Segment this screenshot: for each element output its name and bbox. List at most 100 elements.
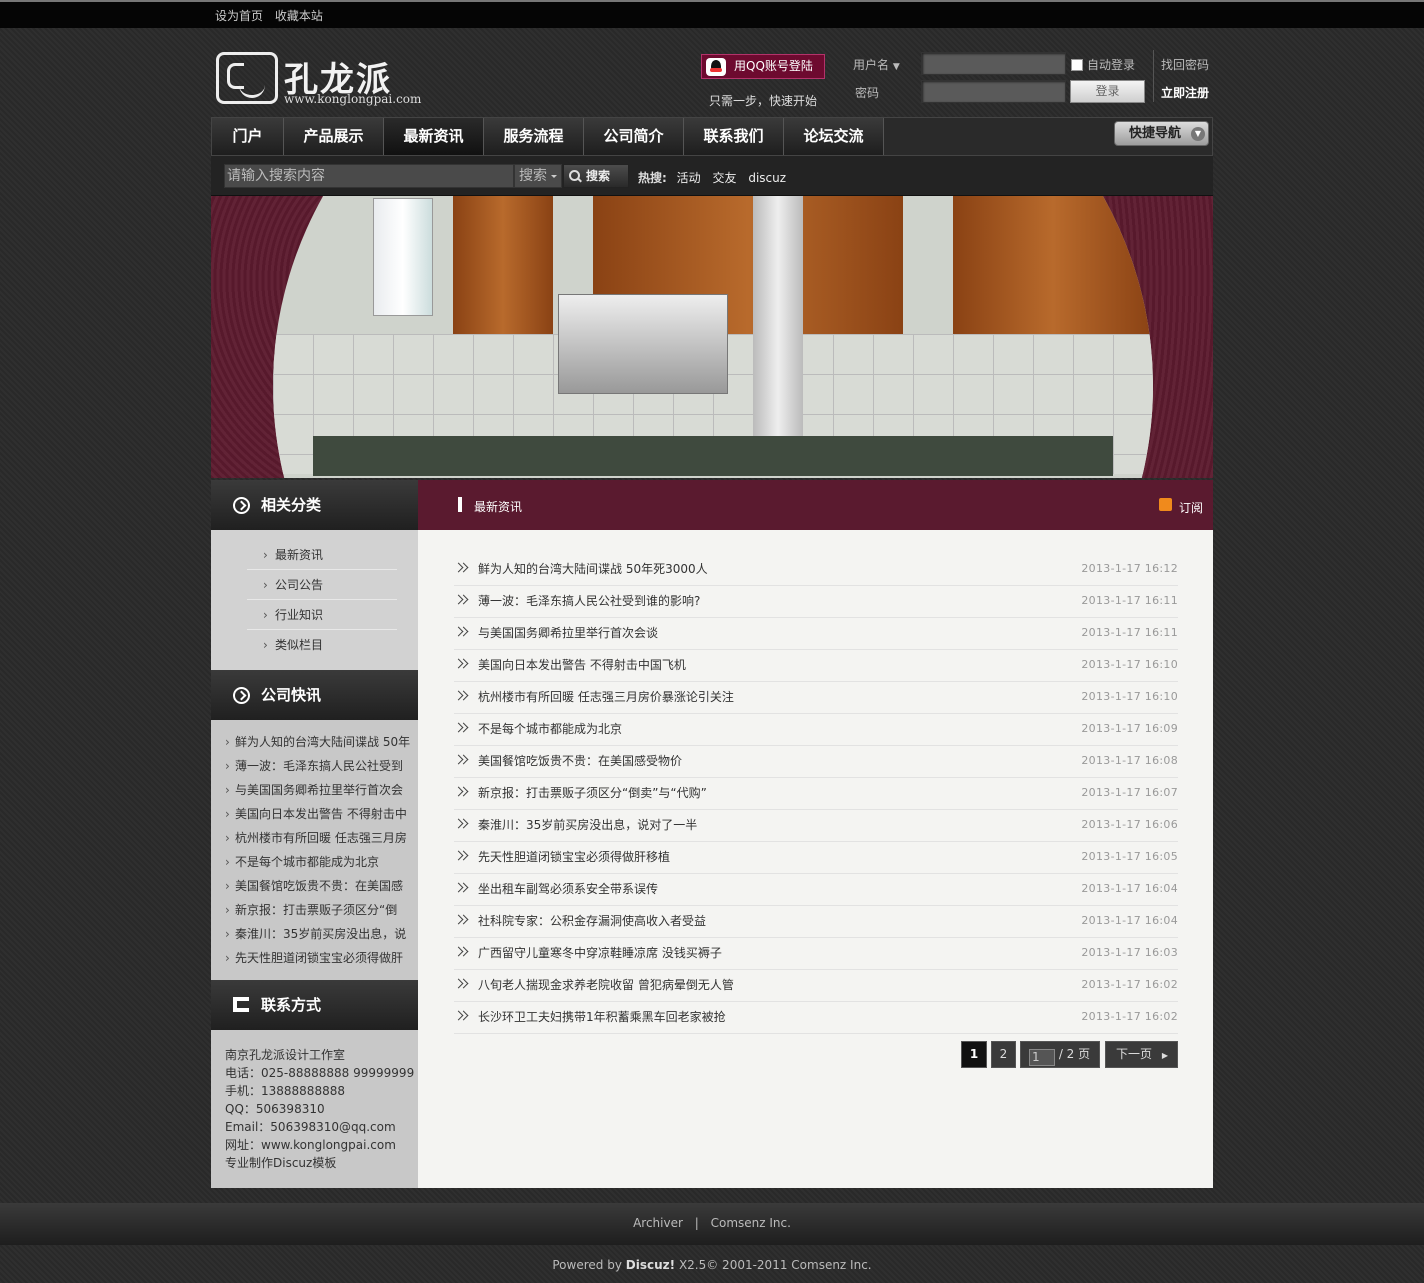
password-input[interactable] <box>921 80 1066 103</box>
category-item[interactable]: 最新资讯 <box>247 540 397 570</box>
find-password-link[interactable]: 找回密码 <box>1161 56 1209 73</box>
list-item[interactable]: 秦淮川：35岁前买房没出息，说 <box>225 922 411 946</box>
category-item[interactable]: 公司公告 <box>247 570 397 600</box>
circle-arrow-icon <box>233 687 250 704</box>
footer-bar: Archiver | Comsenz Inc. <box>0 1203 1424 1245</box>
article-title[interactable]: 坐出租车副驾必须系安全带系误传 <box>478 880 658 897</box>
nav-item-about[interactable]: 公司简介 <box>584 118 684 155</box>
auto-login-checkbox[interactable]: 自动登录 <box>1071 56 1135 73</box>
table-row[interactable]: 新京报：打击票贩子须区分“倒卖”与“代购” 2013-1-17 16:07 <box>454 778 1178 810</box>
nav-item-news[interactable]: 最新资讯 <box>384 118 484 155</box>
nav-item-forum[interactable]: 论坛交流 <box>784 118 884 155</box>
category-item[interactable]: 类似栏目 <box>247 630 397 660</box>
article-title[interactable]: 不是每个城市都能成为北京 <box>478 720 622 737</box>
list-item[interactable]: 杭州楼市有所回暖 任志强三月房 <box>225 826 411 850</box>
rss-icon[interactable] <box>1159 498 1172 511</box>
article-title[interactable]: 社科院专家：公积金存漏洞使高收入者受益 <box>478 912 706 929</box>
list-item[interactable]: 与美国国务卿希拉里举行首次会 <box>225 778 411 802</box>
table-row[interactable]: 广西留守儿童寒冬中穿凉鞋睡凉席 没钱买褥子 2013-1-17 16:03 <box>454 938 1178 970</box>
list-item[interactable]: 薄一波：毛泽东搞人民公社受到 <box>225 754 411 778</box>
set-home-link[interactable]: 设为首页 <box>215 9 263 23</box>
contact-header: 联系方式 <box>211 980 418 1030</box>
page-total: / 2 页 <box>1058 1047 1091 1061</box>
category-header: 相关分类 <box>211 480 418 530</box>
footer-separator: | <box>694 1216 699 1230</box>
next-page-button[interactable]: 下一页 ▶ <box>1105 1041 1178 1068</box>
double-chevron-icon <box>454 690 468 702</box>
username-label[interactable]: 用户名 ▼ <box>853 56 900 73</box>
article-title[interactable]: 薄一波：毛泽东搞人民公社受到谁的影响? <box>478 592 700 609</box>
article-title[interactable]: 与美国国务卿希拉里举行首次会谈 <box>478 624 658 641</box>
table-row[interactable]: 不是每个城市都能成为北京 2013-1-17 16:09 <box>454 714 1178 746</box>
username-input[interactable] <box>921 52 1066 75</box>
search-scope-select[interactable]: 搜索 <box>514 164 562 188</box>
table-row[interactable]: 美国餐馆吃饭贵不贵：在美国感受物价 2013-1-17 16:08 <box>454 746 1178 778</box>
article-date: 2013-1-17 16:06 <box>1081 818 1178 831</box>
article-title[interactable]: 广西留守儿童寒冬中穿凉鞋睡凉席 没钱买褥子 <box>478 944 722 961</box>
table-row[interactable]: 薄一波：毛泽东搞人民公社受到谁的影响? 2013-1-17 16:11 <box>454 586 1178 618</box>
contact-info: 南京孔龙派设计工作室 电话：025-88888888 99999999 手机：1… <box>225 1046 414 1172</box>
checkbox-icon[interactable] <box>1071 59 1083 71</box>
qq-login-button[interactable]: 用QQ账号登陆 <box>701 54 825 79</box>
banner-scene <box>273 196 1153 478</box>
contact-note: 专业制作Discuz模板 <box>225 1156 337 1170</box>
kitchen-banner-image <box>211 196 1213 478</box>
article-title[interactable]: 美国餐馆吃饭贵不贵：在美国感受物价 <box>478 752 682 769</box>
table-row[interactable]: 秦淮川：35岁前买房没出息，说对了一半 2013-1-17 16:06 <box>454 810 1178 842</box>
favorite-link[interactable]: 收藏本站 <box>275 9 323 23</box>
table-row[interactable]: 长沙环卫工夫妇携带1年积蓄乘黑车回老家被抢 2013-1-17 16:02 <box>454 1002 1178 1034</box>
site-logo[interactable]: 孔龙派 www.konglongpai.com <box>216 52 426 108</box>
nav-item-contact[interactable]: 联系我们 <box>684 118 784 155</box>
list-item[interactable]: 不是每个城市都能成为北京 <box>225 850 411 874</box>
nav-item-portal[interactable]: 门户 <box>212 118 284 155</box>
password-label: 密码 <box>855 86 880 100</box>
article-title[interactable]: 八旬老人揣现金求养老院收留 曾犯病晕倒无人管 <box>478 976 734 993</box>
company-news-header: 公司快讯 <box>211 670 418 720</box>
nav-item-service[interactable]: 服务流程 <box>484 118 584 155</box>
company-link[interactable]: Comsenz Inc. <box>711 1216 791 1230</box>
table-row[interactable]: 美国向日本发出警告 不得射击中国飞机 2013-1-17 16:10 <box>454 650 1178 682</box>
pagination: 1 2 1 / 2 页 下一页 ▶ <box>418 1041 1213 1068</box>
article-title[interactable]: 新京报：打击票贩子须区分“倒卖”与“代购” <box>478 784 707 801</box>
register-link[interactable]: 立即注册 <box>1161 84 1209 101</box>
table-row[interactable]: 八旬老人揣现金求养老院收留 曾犯病晕倒无人管 2013-1-17 16:02 <box>454 970 1178 1002</box>
double-chevron-icon <box>454 722 468 734</box>
page-jump-input[interactable]: 1 <box>1029 1049 1055 1066</box>
cabinet <box>453 196 553 334</box>
page-current[interactable]: 1 <box>961 1041 987 1068</box>
page-2-button[interactable]: 2 <box>991 1041 1016 1068</box>
article-title[interactable]: 秦淮川：35岁前买房没出息，说对了一半 <box>478 816 697 833</box>
list-item[interactable]: 先天性胆道闭锁宝宝必须得做肝 <box>225 946 411 970</box>
table-row[interactable]: 先天性胆道闭锁宝宝必须得做肝移植 2013-1-17 16:05 <box>454 842 1178 874</box>
article-title[interactable]: 长沙环卫工夫妇携带1年积蓄乘黑车回老家被抢 <box>478 1008 726 1025</box>
article-title[interactable]: 先天性胆道闭锁宝宝必须得做肝移植 <box>478 848 670 865</box>
table-row[interactable]: 鲜为人知的台湾大陆间谍战 50年死3000人 2013-1-17 16:12 <box>454 554 1178 586</box>
table-row[interactable]: 与美国国务卿希拉里举行首次会谈 2013-1-17 16:11 <box>454 618 1178 650</box>
table-row[interactable]: 杭州楼市有所回暖 任志强三月房价暴涨论引关注 2013-1-17 16:10 <box>454 682 1178 714</box>
table-row[interactable]: 坐出租车副驾必须系安全带系误传 2013-1-17 16:04 <box>454 874 1178 906</box>
subscribe-link[interactable]: 订阅 <box>1179 499 1203 516</box>
nav-item-products[interactable]: 产品展示 <box>284 118 384 155</box>
contact-phone: 电话：025-88888888 99999999 <box>225 1066 415 1080</box>
search-input[interactable]: 请输入搜索内容 <box>224 164 514 188</box>
category-item[interactable]: 行业知识 <box>247 600 397 630</box>
double-chevron-icon <box>454 786 468 798</box>
double-chevron-icon <box>454 882 468 894</box>
archiver-link[interactable]: Archiver <box>633 1216 683 1230</box>
list-item[interactable]: 新京报：打击票贩子须区分“倒 <box>225 898 411 922</box>
quick-nav-button[interactable]: 快捷导航 ▼ <box>1114 121 1209 146</box>
article-title[interactable]: 鲜为人知的台湾大陆间谍战 50年死3000人 <box>478 560 708 577</box>
list-item[interactable]: 美国向日本发出警告 不得射击中 <box>225 802 411 826</box>
list-item[interactable]: 美国餐馆吃饭贵不贵：在美国感 <box>225 874 411 898</box>
login-button[interactable]: 登录 <box>1070 80 1145 103</box>
hot-search-item[interactable]: 交友 <box>712 171 736 185</box>
list-item[interactable]: 鲜为人知的台湾大陆间谍战 50年 <box>225 730 411 754</box>
discuz-link[interactable]: Discuz! <box>626 1258 675 1272</box>
article-title[interactable]: 杭州楼市有所回暖 任志强三月房价暴涨论引关注 <box>478 688 734 705</box>
article-title[interactable]: 美国向日本发出警告 不得射击中国飞机 <box>478 656 686 673</box>
category-list: 最新资讯 公司公告 行业知识 类似栏目 <box>211 530 418 670</box>
hot-search-item[interactable]: discuz <box>748 171 786 185</box>
search-button[interactable]: 搜索 <box>563 164 629 188</box>
hot-search-item[interactable]: 活动 <box>677 171 701 185</box>
table-row[interactable]: 社科院专家：公积金存漏洞使高收入者受益 2013-1-17 16:04 <box>454 906 1178 938</box>
